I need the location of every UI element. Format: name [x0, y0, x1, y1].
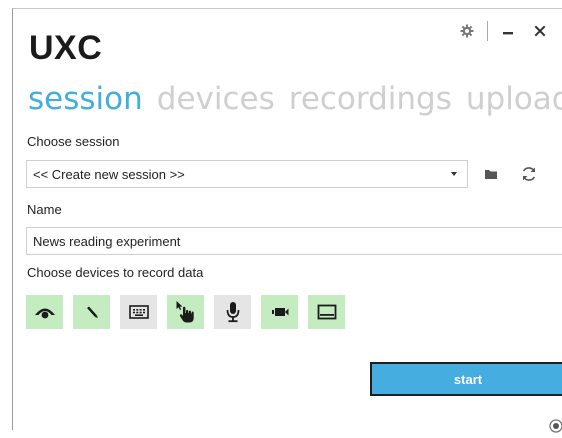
- folder-icon: [485, 170, 497, 179]
- screen-icon: [317, 304, 336, 320]
- radio-indicator-icon: [549, 419, 562, 433]
- open-folder-button[interactable]: [480, 163, 502, 185]
- close-button[interactable]: [528, 19, 552, 43]
- choose-session-label: Choose session: [27, 134, 120, 149]
- device-toggle-eye-tracker[interactable]: [26, 295, 63, 329]
- tab-devices[interactable]: devices: [157, 81, 275, 117]
- refresh-button[interactable]: [518, 163, 540, 185]
- minimize-button[interactable]: [496, 19, 520, 43]
- settings-button[interactable]: [455, 19, 479, 43]
- minimize-icon: [503, 32, 513, 35]
- microphone-icon: [226, 302, 239, 323]
- gear-icon: [460, 24, 474, 38]
- pointer-hand-icon: [176, 301, 194, 323]
- name-label: Name: [27, 202, 62, 217]
- app-title: UXC: [29, 29, 103, 67]
- window-controls: [455, 19, 552, 43]
- device-toggle-mouse[interactable]: [167, 295, 204, 329]
- eye-icon: [34, 308, 55, 319]
- tab-session[interactable]: session: [28, 81, 143, 117]
- device-toggle-bar: [26, 295, 345, 329]
- record-status-icon[interactable]: [549, 419, 562, 438]
- tab-upload[interactable]: upload: [466, 81, 562, 117]
- close-icon: [534, 25, 546, 37]
- app-window: UXC session devices recordings upload Ch…: [12, 8, 562, 433]
- camera-icon: [271, 308, 288, 316]
- keyboard-icon: [128, 305, 149, 319]
- main-navigation: session devices recordings upload: [28, 81, 562, 117]
- session-name-input[interactable]: [26, 227, 562, 255]
- session-select-value: << Create new session >>: [33, 166, 185, 182]
- tab-recordings[interactable]: recordings: [289, 81, 452, 117]
- title-bar-divider: [487, 21, 488, 41]
- session-select[interactable]: << Create new session >>: [26, 160, 468, 188]
- pen-icon: [86, 306, 98, 318]
- refresh-icon: [522, 167, 536, 181]
- device-toggle-pen[interactable]: [73, 295, 110, 329]
- device-toggle-keyboard[interactable]: [120, 295, 157, 329]
- device-toggle-microphone[interactable]: [214, 295, 251, 329]
- choose-devices-label: Choose devices to record data: [27, 265, 204, 280]
- dropdown-arrow-icon: [451, 172, 457, 176]
- device-toggle-webcam[interactable]: [261, 295, 298, 329]
- start-button[interactable]: start: [370, 362, 562, 396]
- device-toggle-screen[interactable]: [308, 295, 345, 329]
